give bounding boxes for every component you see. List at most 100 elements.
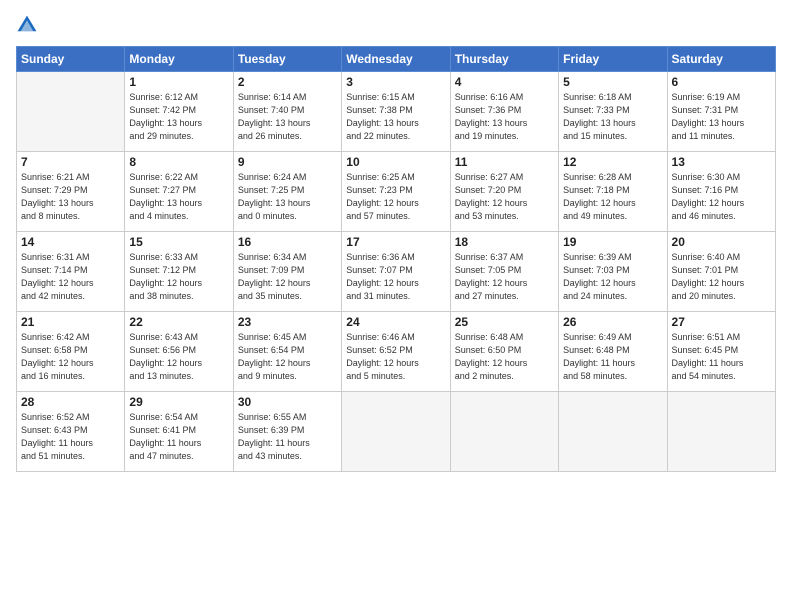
weekday-header-saturday: Saturday bbox=[667, 47, 775, 72]
logo bbox=[16, 14, 42, 36]
calendar-week-4: 21 Sunrise: 6:42 AMSunset: 6:58 PMDayligh… bbox=[17, 312, 776, 392]
day-info: Sunrise: 6:42 AMSunset: 6:58 PMDaylight:… bbox=[21, 331, 120, 383]
calendar-cell: 1 Sunrise: 6:12 AMSunset: 7:42 PMDaylight… bbox=[125, 72, 233, 152]
calendar-cell: 2 Sunrise: 6:14 AMSunset: 7:40 PMDaylight… bbox=[233, 72, 341, 152]
day-info: Sunrise: 6:45 AMSunset: 6:54 PMDaylight:… bbox=[238, 331, 337, 383]
calendar-week-3: 14 Sunrise: 6:31 AMSunset: 7:14 PMDayligh… bbox=[17, 232, 776, 312]
day-info: Sunrise: 6:25 AMSunset: 7:23 PMDaylight:… bbox=[346, 171, 445, 223]
day-number: 8 bbox=[129, 155, 228, 169]
calendar-cell: 29Sunrise: 6:54 AMSunset: 6:41 PMDayligh… bbox=[125, 392, 233, 472]
day-number: 23 bbox=[238, 315, 337, 329]
day-number: 27 bbox=[672, 315, 771, 329]
day-number: 14 bbox=[21, 235, 120, 249]
calendar-cell: 11Sunrise: 6:27 AMSunset: 7:20 PMDayligh… bbox=[450, 152, 558, 232]
calendar-week-1: 1 Sunrise: 6:12 AMSunset: 7:42 PMDaylight… bbox=[17, 72, 776, 152]
calendar-cell: 9 Sunrise: 6:24 AMSunset: 7:25 PMDaylight… bbox=[233, 152, 341, 232]
calendar-cell: 10 Sunrise: 6:25 AMSunset: 7:23 PMDayligh… bbox=[342, 152, 450, 232]
day-info: Sunrise: 6:48 AMSunset: 6:50 PMDaylight:… bbox=[455, 331, 554, 383]
day-number: 1 bbox=[129, 75, 228, 89]
weekday-header-friday: Friday bbox=[559, 47, 667, 72]
day-number: 9 bbox=[238, 155, 337, 169]
day-number: 10 bbox=[346, 155, 445, 169]
day-number: 3 bbox=[346, 75, 445, 89]
day-number: 26 bbox=[563, 315, 662, 329]
calendar-table: SundayMondayTuesdayWednesdayThursdayFrid… bbox=[16, 46, 776, 472]
day-number: 15 bbox=[129, 235, 228, 249]
day-info: Sunrise: 6:14 AMSunset: 7:40 PMDaylight:… bbox=[238, 91, 337, 143]
day-number: 25 bbox=[455, 315, 554, 329]
day-info: Sunrise: 6:36 AMSunset: 7:07 PMDaylight:… bbox=[346, 251, 445, 303]
calendar-cell: 13 Sunrise: 6:30 AMSunset: 7:16 PMDayligh… bbox=[667, 152, 775, 232]
weekday-header-thursday: Thursday bbox=[450, 47, 558, 72]
calendar-cell: 8 Sunrise: 6:22 AMSunset: 7:27 PMDaylight… bbox=[125, 152, 233, 232]
calendar-cell bbox=[17, 72, 125, 152]
day-number: 7 bbox=[21, 155, 120, 169]
calendar-week-2: 7 Sunrise: 6:21 AMSunset: 7:29 PMDaylight… bbox=[17, 152, 776, 232]
calendar-cell: 4Sunrise: 6:16 AMSunset: 7:36 PMDaylight… bbox=[450, 72, 558, 152]
day-number: 2 bbox=[238, 75, 337, 89]
day-number: 11 bbox=[455, 155, 554, 169]
calendar-cell: 3 Sunrise: 6:15 AMSunset: 7:38 PMDaylight… bbox=[342, 72, 450, 152]
day-info: Sunrise: 6:18 AMSunset: 7:33 PMDaylight:… bbox=[563, 91, 662, 143]
day-number: 18 bbox=[455, 235, 554, 249]
calendar-cell bbox=[559, 392, 667, 472]
calendar-cell: 22Sunrise: 6:43 AMSunset: 6:56 PMDayligh… bbox=[125, 312, 233, 392]
day-info: Sunrise: 6:52 AMSunset: 6:43 PMDaylight:… bbox=[21, 411, 120, 463]
day-number: 22 bbox=[129, 315, 228, 329]
page-header bbox=[16, 14, 776, 36]
calendar-cell: 15Sunrise: 6:33 AMSunset: 7:12 PMDayligh… bbox=[125, 232, 233, 312]
weekday-header-sunday: Sunday bbox=[17, 47, 125, 72]
day-info: Sunrise: 6:12 AMSunset: 7:42 PMDaylight:… bbox=[129, 91, 228, 143]
calendar-cell: 20 Sunrise: 6:40 AMSunset: 7:01 PMDayligh… bbox=[667, 232, 775, 312]
day-info: Sunrise: 6:51 AMSunset: 6:45 PMDaylight:… bbox=[672, 331, 771, 383]
day-info: Sunrise: 6:30 AMSunset: 7:16 PMDaylight:… bbox=[672, 171, 771, 223]
day-info: Sunrise: 6:22 AMSunset: 7:27 PMDaylight:… bbox=[129, 171, 228, 223]
day-info: Sunrise: 6:15 AMSunset: 7:38 PMDaylight:… bbox=[346, 91, 445, 143]
day-number: 5 bbox=[563, 75, 662, 89]
day-info: Sunrise: 6:28 AMSunset: 7:18 PMDaylight:… bbox=[563, 171, 662, 223]
calendar-cell bbox=[450, 392, 558, 472]
day-info: Sunrise: 6:34 AMSunset: 7:09 PMDaylight:… bbox=[238, 251, 337, 303]
day-info: Sunrise: 6:40 AMSunset: 7:01 PMDaylight:… bbox=[672, 251, 771, 303]
calendar-cell: 23 Sunrise: 6:45 AMSunset: 6:54 PMDayligh… bbox=[233, 312, 341, 392]
calendar-cell: 17 Sunrise: 6:36 AMSunset: 7:07 PMDayligh… bbox=[342, 232, 450, 312]
day-number: 20 bbox=[672, 235, 771, 249]
generalblue-logo-icon bbox=[16, 14, 38, 36]
calendar-cell: 6Sunrise: 6:19 AMSunset: 7:31 PMDaylight… bbox=[667, 72, 775, 152]
day-number: 13 bbox=[672, 155, 771, 169]
calendar-cell: 5 Sunrise: 6:18 AMSunset: 7:33 PMDaylight… bbox=[559, 72, 667, 152]
calendar-week-5: 28 Sunrise: 6:52 AMSunset: 6:43 PMDayligh… bbox=[17, 392, 776, 472]
calendar-cell: 26 Sunrise: 6:49 AMSunset: 6:48 PMDayligh… bbox=[559, 312, 667, 392]
calendar-cell bbox=[342, 392, 450, 472]
day-number: 12 bbox=[563, 155, 662, 169]
day-info: Sunrise: 6:16 AMSunset: 7:36 PMDaylight:… bbox=[455, 91, 554, 143]
weekday-header-monday: Monday bbox=[125, 47, 233, 72]
day-info: Sunrise: 6:31 AMSunset: 7:14 PMDaylight:… bbox=[21, 251, 120, 303]
day-info: Sunrise: 6:49 AMSunset: 6:48 PMDaylight:… bbox=[563, 331, 662, 383]
day-number: 24 bbox=[346, 315, 445, 329]
day-info: Sunrise: 6:46 AMSunset: 6:52 PMDaylight:… bbox=[346, 331, 445, 383]
day-info: Sunrise: 6:39 AMSunset: 7:03 PMDaylight:… bbox=[563, 251, 662, 303]
day-number: 30 bbox=[238, 395, 337, 409]
day-info: Sunrise: 6:24 AMSunset: 7:25 PMDaylight:… bbox=[238, 171, 337, 223]
calendar-cell: 27 Sunrise: 6:51 AMSunset: 6:45 PMDayligh… bbox=[667, 312, 775, 392]
calendar-cell: 16Sunrise: 6:34 AMSunset: 7:09 PMDayligh… bbox=[233, 232, 341, 312]
day-info: Sunrise: 6:55 AMSunset: 6:39 PMDaylight:… bbox=[238, 411, 337, 463]
day-info: Sunrise: 6:37 AMSunset: 7:05 PMDaylight:… bbox=[455, 251, 554, 303]
calendar-cell: 12 Sunrise: 6:28 AMSunset: 7:18 PMDayligh… bbox=[559, 152, 667, 232]
day-number: 6 bbox=[672, 75, 771, 89]
calendar-cell: 24 Sunrise: 6:46 AMSunset: 6:52 PMDayligh… bbox=[342, 312, 450, 392]
day-info: Sunrise: 6:21 AMSunset: 7:29 PMDaylight:… bbox=[21, 171, 120, 223]
weekday-header-tuesday: Tuesday bbox=[233, 47, 341, 72]
calendar-cell: 28 Sunrise: 6:52 AMSunset: 6:43 PMDayligh… bbox=[17, 392, 125, 472]
day-number: 17 bbox=[346, 235, 445, 249]
calendar-cell: 30 Sunrise: 6:55 AMSunset: 6:39 PMDayligh… bbox=[233, 392, 341, 472]
day-number: 21 bbox=[21, 315, 120, 329]
calendar-cell: 14 Sunrise: 6:31 AMSunset: 7:14 PMDayligh… bbox=[17, 232, 125, 312]
day-number: 29 bbox=[129, 395, 228, 409]
day-number: 28 bbox=[21, 395, 120, 409]
calendar-cell: 25 Sunrise: 6:48 AMSunset: 6:50 PMDayligh… bbox=[450, 312, 558, 392]
calendar-cell bbox=[667, 392, 775, 472]
day-number: 19 bbox=[563, 235, 662, 249]
weekday-header-wednesday: Wednesday bbox=[342, 47, 450, 72]
